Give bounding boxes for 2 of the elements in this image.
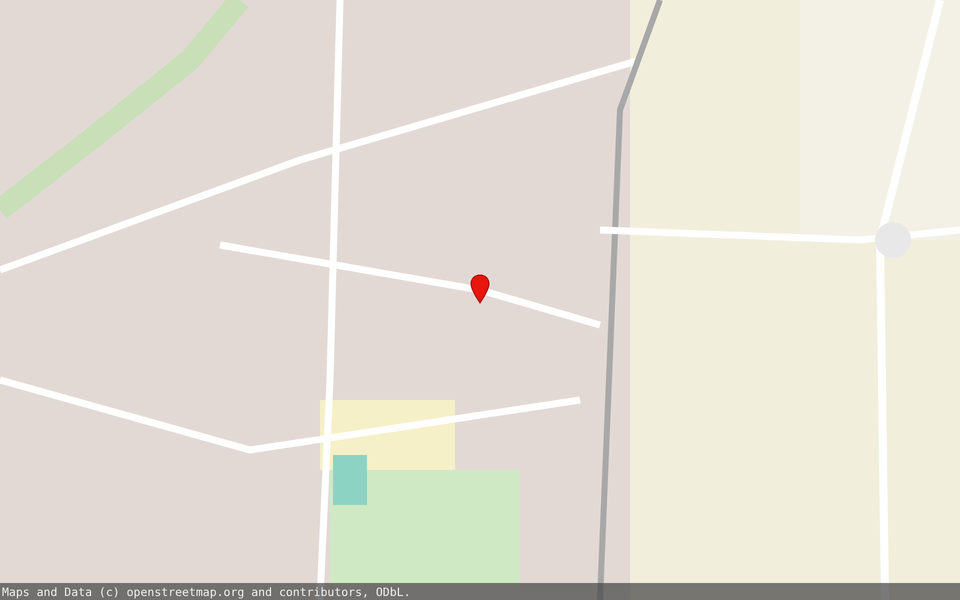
map-marker-icon[interactable] (470, 274, 490, 304)
attribution-text: Maps and Data (c) openstreetmap.org and contributors, ODbL. (2, 584, 410, 598)
